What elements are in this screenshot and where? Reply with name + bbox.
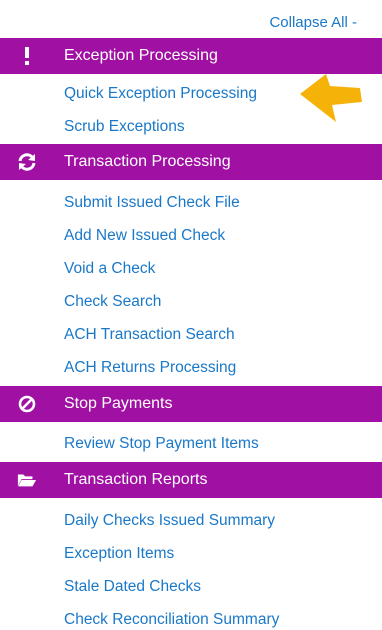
section-title: Transaction Reports: [64, 471, 208, 488]
menu-item-add-new-issued-check[interactable]: Add New Issued Check: [64, 226, 225, 246]
collapse-all-link[interactable]: Collapse All -: [269, 0, 357, 38]
section-header-exception-processing[interactable]: Exception Processing: [0, 38, 382, 74]
exclamation-icon: [17, 46, 37, 66]
refresh-icon: [17, 152, 37, 172]
section-title: Transaction Processing: [64, 153, 231, 170]
section-header-stop-payments[interactable]: Stop Payments: [0, 386, 382, 422]
ban-icon: [17, 394, 37, 414]
menu-item-check-search[interactable]: Check Search: [64, 292, 161, 312]
section-header-transaction-reports[interactable]: Transaction Reports: [0, 462, 382, 498]
menu-item-void-a-check[interactable]: Void a Check: [64, 259, 155, 279]
menu-item-check-reconciliation-summary[interactable]: Check Reconciliation Summary: [64, 610, 279, 630]
menu-item-scrub-exceptions[interactable]: Scrub Exceptions: [64, 117, 185, 137]
collapse-all-label: Collapse All -: [269, 14, 357, 31]
section-header-transaction-processing[interactable]: Transaction Processing: [0, 144, 382, 180]
section-title: Exception Processing: [64, 47, 218, 64]
folder-open-icon: [17, 470, 37, 490]
menu-item-ach-returns-processing[interactable]: ACH Returns Processing: [64, 358, 236, 378]
menu-item-submit-issued-check-file[interactable]: Submit Issued Check File: [64, 193, 240, 213]
menu-item-exception-items[interactable]: Exception Items: [64, 544, 174, 564]
menu-item-quick-exception-processing[interactable]: Quick Exception Processing: [64, 84, 257, 104]
menu-item-ach-transaction-search[interactable]: ACH Transaction Search: [64, 325, 235, 345]
menu-item-stale-dated-checks[interactable]: Stale Dated Checks: [64, 577, 201, 597]
menu-item-review-stop-payment-items[interactable]: Review Stop Payment Items: [64, 434, 259, 454]
pointer-arrow-icon: [300, 74, 362, 122]
section-title: Stop Payments: [64, 395, 173, 412]
menu-item-daily-checks-issued-summary[interactable]: Daily Checks Issued Summary: [64, 511, 275, 531]
